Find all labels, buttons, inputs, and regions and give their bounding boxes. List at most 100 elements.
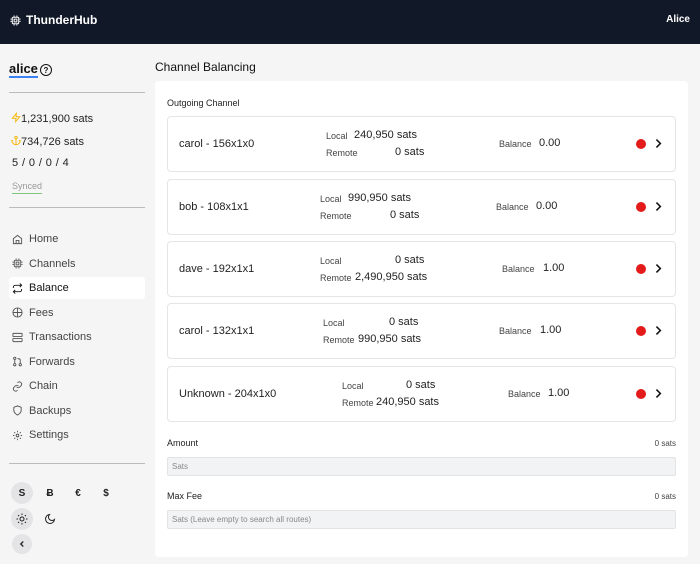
chevron-right-icon[interactable]	[654, 138, 662, 149]
cpu-icon	[10, 14, 21, 26]
chevron-left-icon	[19, 541, 24, 547]
divider	[9, 463, 145, 464]
node-alias: alice ?	[9, 62, 52, 78]
sidebar-item-balance[interactable]: Balance	[9, 277, 145, 299]
status-dot	[636, 326, 646, 336]
channel-row[interactable]: Unknown - 204x1x0 Local 0 sats Remote 24…	[167, 366, 676, 422]
local-label: Local	[326, 131, 348, 141]
remote-value: 2,490,950 sats	[355, 271, 428, 283]
sidebar-item-forwards[interactable]: Forwards	[9, 351, 145, 373]
channel-row[interactable]: bob - 108x1x1 Local 990,950 sats Remote …	[167, 179, 676, 235]
channel-row[interactable]: carol - 156x1x0 Local 240,950 sats Remot…	[167, 116, 676, 172]
sidebar-item-label: Forwards	[29, 355, 75, 368]
sidebar-item-channels[interactable]: Channels	[9, 253, 145, 275]
page-title: Channel Balancing	[155, 60, 256, 74]
channel-row[interactable]: dave - 192x1x1 Local 0 sats Remote 2,490…	[167, 241, 676, 297]
amount-label: Amount	[167, 438, 199, 448]
currency-selector: S Ƀ € $	[11, 482, 117, 504]
collapse-sidebar-button[interactable]	[12, 534, 32, 554]
local-label: Local	[323, 318, 345, 328]
remote-label: Remote	[323, 335, 355, 345]
sidebar-item-label: Chain	[29, 380, 58, 392]
git-pull-request-icon	[13, 356, 22, 367]
remote-label: Remote	[320, 211, 352, 221]
zap-icon	[11, 111, 21, 126]
channel-row[interactable]: carol - 132x1x1 Local 0 sats Remote 990,…	[167, 303, 676, 359]
sync-status: Synced	[12, 181, 43, 194]
max-fee-input[interactable]: Sats (Leave empty to search all routes)	[167, 510, 676, 529]
status-dot	[636, 139, 646, 149]
sidebar-item-label: Settings	[29, 429, 69, 441]
app-logo[interactable]: ThunderHub	[10, 13, 97, 27]
chevron-right-icon[interactable]	[654, 325, 662, 336]
balance-value: 1.00	[543, 262, 565, 274]
remote-value: 990,950 sats	[358, 333, 421, 345]
sidebar-item-transactions[interactable]: Transactions	[9, 326, 145, 348]
sidebar-item-fees[interactable]: Fees	[9, 302, 145, 324]
channel-name: carol - 156x1x0	[179, 138, 255, 150]
channel-counts: 5 / 0 / 0 / 4	[12, 157, 70, 169]
remote-value: 0 sats	[395, 146, 425, 158]
local-label: Local	[342, 381, 364, 391]
chain-balance-value: 734,726 sats	[21, 136, 84, 148]
home-icon	[12, 234, 23, 244]
divider	[9, 92, 145, 93]
balance-label: Balance	[502, 264, 535, 274]
chevron-right-icon[interactable]	[654, 388, 662, 399]
remote-value: 240,950 sats	[376, 396, 439, 408]
shield-icon	[13, 405, 22, 416]
section-label: Outgoing Channel	[167, 98, 240, 108]
sidebar-item-settings[interactable]: Settings	[9, 424, 145, 446]
chevron-right-icon[interactable]	[654, 201, 662, 212]
currency-sats-button[interactable]: S	[11, 482, 33, 504]
local-label: Local	[320, 256, 342, 266]
sidebar-item-label: Home	[29, 233, 59, 245]
sidebar: alice ? 1,231,900 sats 734,726 sats 5 / …	[0, 44, 155, 564]
channel-name: Unknown - 204x1x0	[179, 388, 277, 400]
local-value: 990,950 sats	[348, 192, 411, 204]
balance-label: Balance	[496, 202, 529, 212]
amount-value: 0 sats	[654, 439, 676, 448]
link-icon	[12, 380, 23, 392]
channel-name: dave - 192x1x1	[179, 263, 255, 275]
user-menu[interactable]: Alice	[666, 14, 690, 25]
status-dot	[636, 264, 646, 274]
sidebar-item-chain[interactable]: Chain	[9, 375, 145, 397]
help-icon[interactable]: ?	[39, 64, 52, 76]
currency-eur-button[interactable]: €	[67, 482, 89, 504]
remote-label: Remote	[320, 273, 352, 283]
anchor-icon	[11, 135, 21, 149]
compass-icon	[12, 307, 23, 318]
moon-icon	[45, 513, 56, 524]
repeat-icon	[12, 282, 23, 294]
alias-text: alice	[9, 61, 38, 78]
local-value: 240,950 sats	[354, 129, 417, 141]
balance-label: Balance	[499, 326, 532, 336]
settings-icon	[12, 430, 23, 440]
channel-name: carol - 132x1x1	[179, 325, 255, 337]
currency-usd-button[interactable]: $	[95, 482, 117, 504]
server-icon	[12, 332, 23, 342]
dark-theme-button[interactable]	[39, 508, 61, 530]
top-bar: ThunderHub Alice	[0, 0, 700, 44]
sidebar-item-home[interactable]: Home	[9, 228, 145, 250]
max-fee-value: 0 sats	[654, 492, 676, 501]
sidebar-item-label: Channels	[29, 257, 76, 270]
chevron-right-icon[interactable]	[654, 263, 662, 274]
lightning-balance: 1,231,900 sats	[11, 111, 94, 126]
sidebar-item-label: Transactions	[29, 331, 92, 343]
sidebar-item-backups[interactable]: Backups	[9, 400, 145, 422]
balance-label: Balance	[508, 389, 541, 399]
balance-label: Balance	[499, 139, 532, 149]
chain-balance: 734,726 sats	[11, 135, 84, 149]
remote-label: Remote	[326, 148, 358, 158]
theme-selector	[11, 508, 61, 530]
balance-value: 0.00	[539, 137, 561, 149]
channel-name: bob - 108x1x1	[179, 201, 249, 213]
local-value: 0 sats	[389, 316, 419, 328]
lightning-balance-value: 1,231,900 sats	[21, 113, 94, 125]
currency-btc-button[interactable]: Ƀ	[39, 482, 61, 504]
app-name: ThunderHub	[26, 13, 98, 27]
amount-input[interactable]: Sats	[167, 457, 676, 476]
light-theme-button[interactable]	[11, 508, 33, 530]
